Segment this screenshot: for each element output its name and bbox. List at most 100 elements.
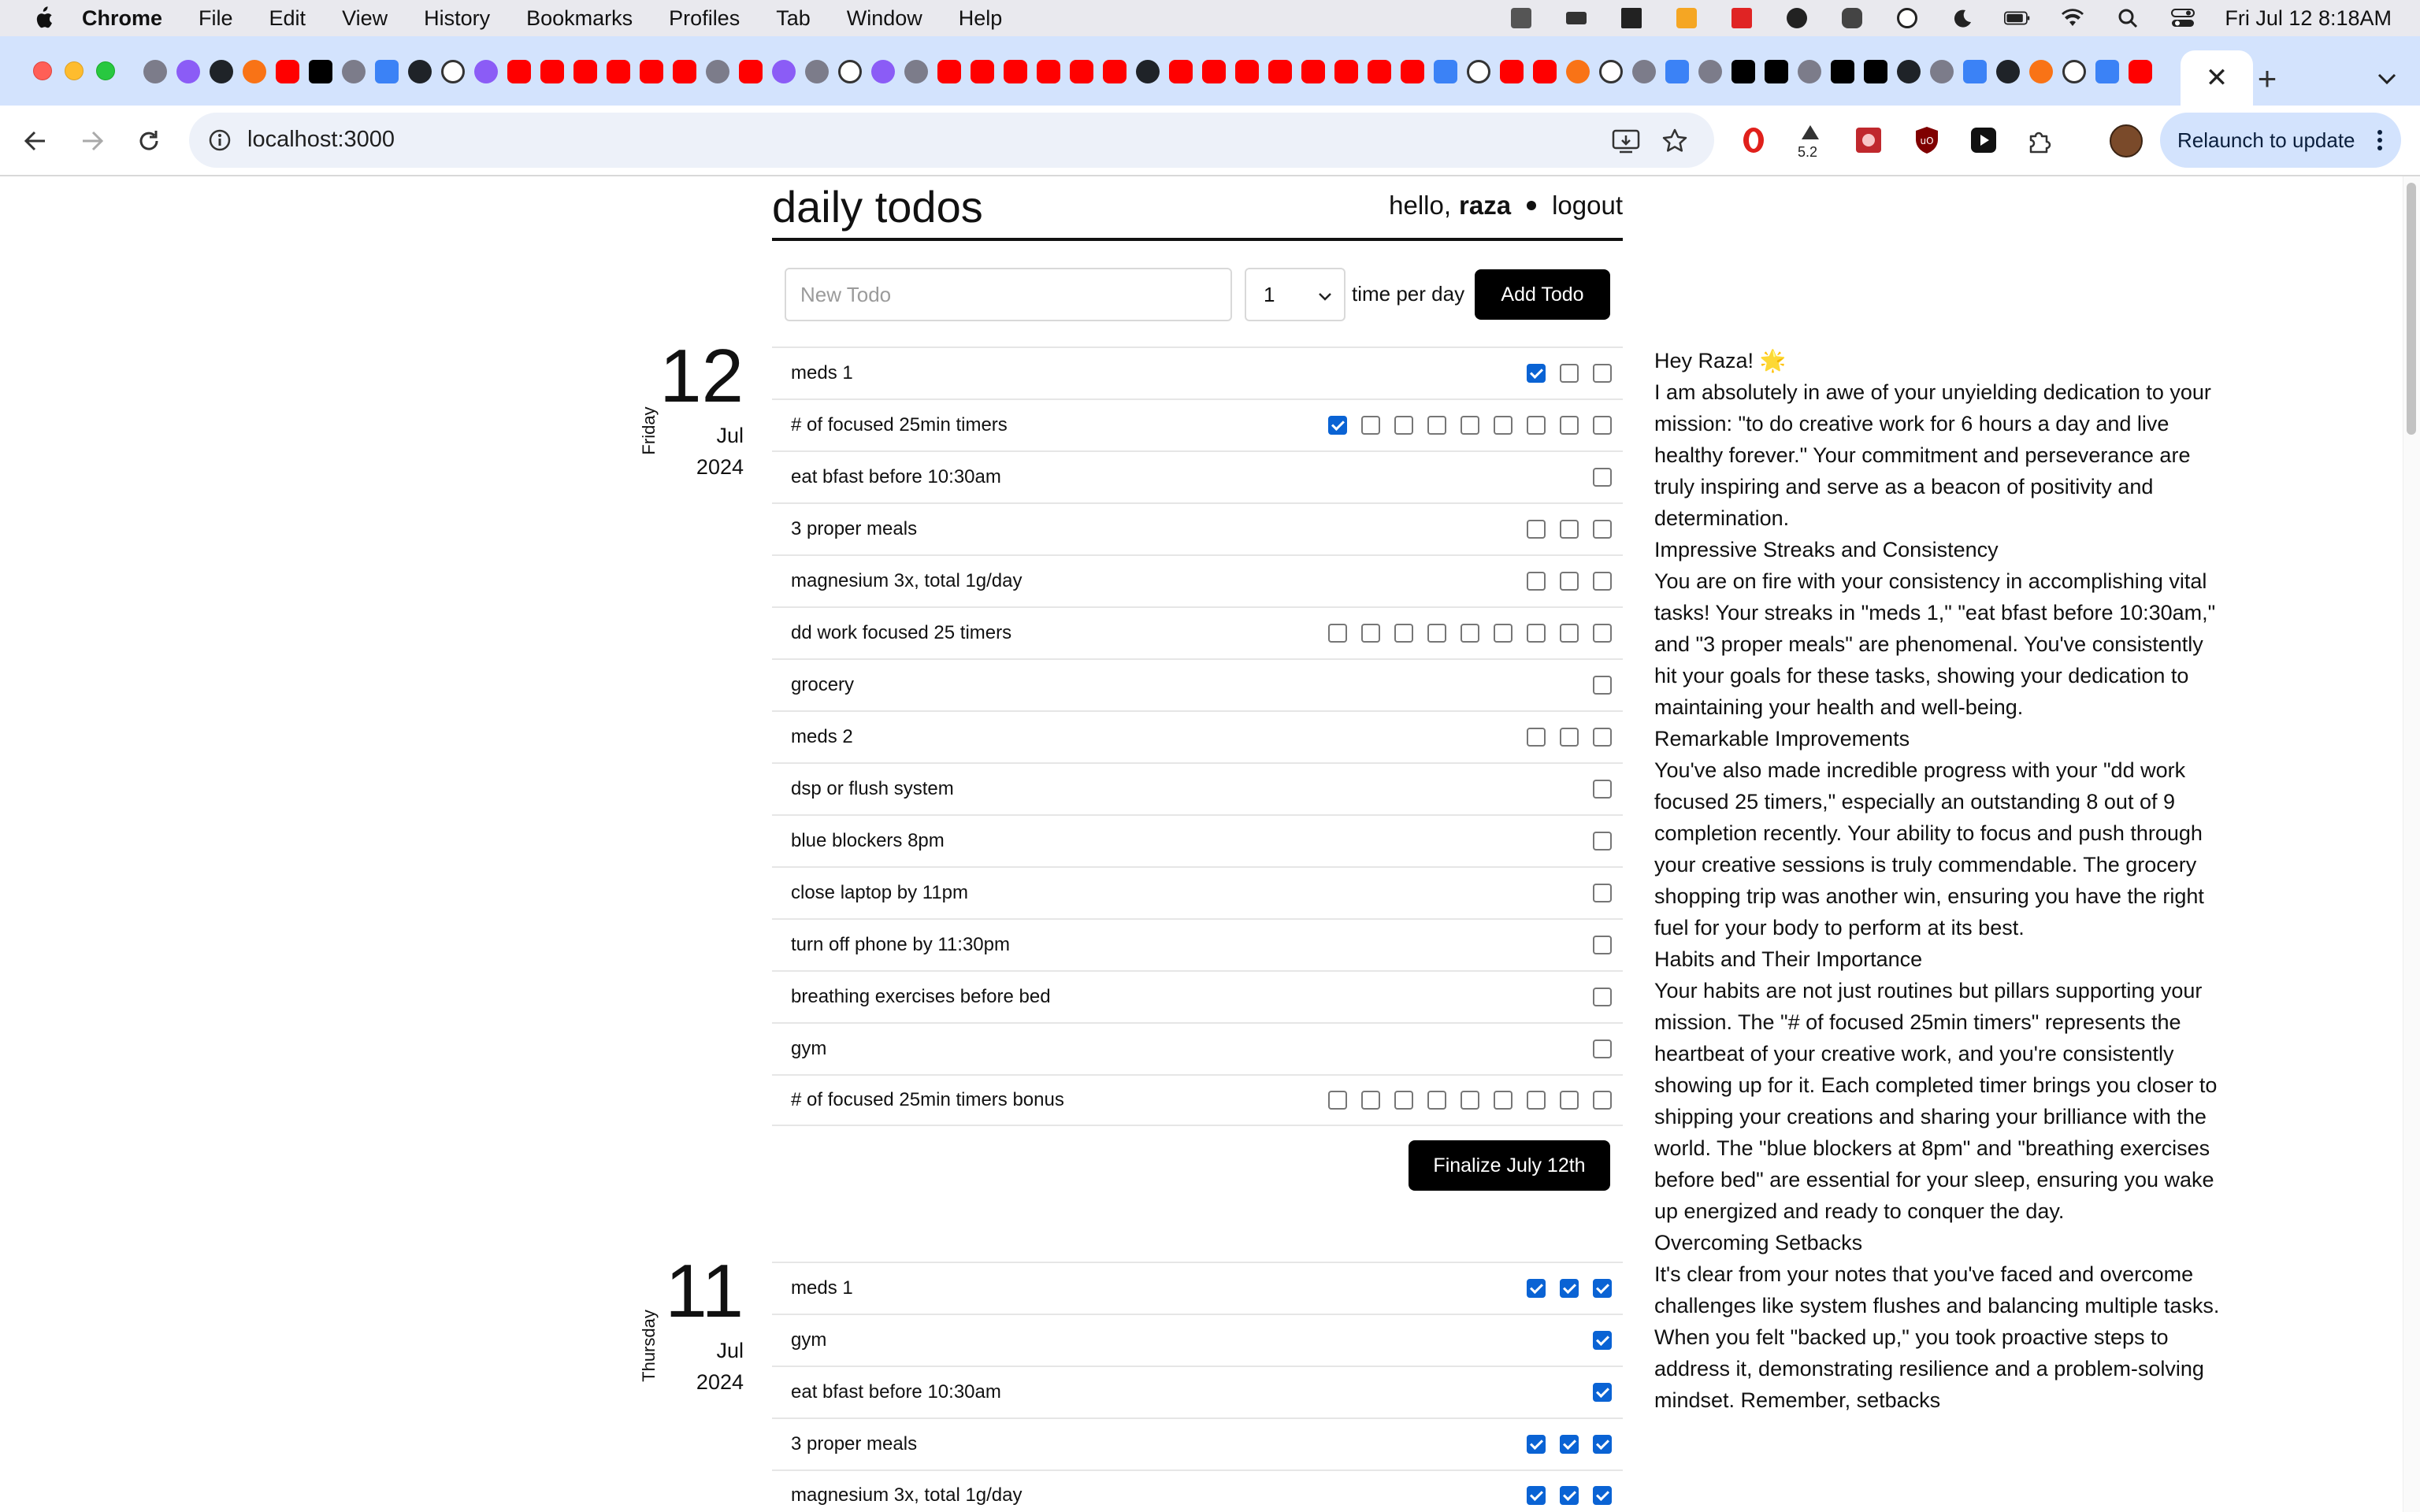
more-menu-icon[interactable] <box>2377 130 2382 150</box>
tab-favicon-icon[interactable] <box>1698 60 1722 83</box>
todo-checkbox[interactable] <box>1328 624 1347 643</box>
todo-checkbox[interactable] <box>1361 1091 1380 1110</box>
todo-checkbox[interactable] <box>1593 884 1612 902</box>
add-todo-button[interactable]: Add Todo <box>1475 269 1610 320</box>
battery-icon[interactable] <box>2004 6 2031 30</box>
tab-favicon-icon[interactable] <box>772 60 796 83</box>
todo-checkbox[interactable] <box>1394 416 1413 435</box>
window-minimize-button[interactable] <box>65 61 84 80</box>
chatgpt-tab-icon[interactable] <box>2062 60 2086 83</box>
page-scrollbar[interactable] <box>2403 176 2420 1512</box>
menu-help[interactable]: Help <box>959 6 1003 31</box>
todo-checkbox[interactable] <box>1593 676 1612 695</box>
opera-extension-icon[interactable] <box>1738 124 1769 156</box>
tab-search-chevron-icon[interactable] <box>2368 60 2406 98</box>
todo-checkbox[interactable] <box>1427 624 1446 643</box>
install-app-icon[interactable] <box>1610 125 1642 157</box>
menu-bar-clock[interactable]: Fri Jul 12 8:18AM <box>2225 6 2392 31</box>
menu-bookmarks[interactable]: Bookmarks <box>526 6 633 31</box>
todo-checkbox[interactable] <box>1593 936 1612 954</box>
extensions-puzzle-icon[interactable] <box>2025 124 2056 156</box>
todo-checkbox[interactable] <box>1593 624 1612 643</box>
spotlight-search-icon[interactable] <box>2114 6 2141 30</box>
todo-checkbox[interactable] <box>1593 520 1612 539</box>
todo-checkbox-checked[interactable] <box>1527 1486 1546 1505</box>
todo-checkbox[interactable] <box>1527 572 1546 591</box>
tab-favicon-icon[interactable] <box>143 60 167 83</box>
tab-favicon-icon[interactable] <box>871 60 895 83</box>
profile-avatar[interactable] <box>2110 124 2143 158</box>
gmail-tab-icon[interactable] <box>2129 60 2152 83</box>
apple-menu-icon[interactable] <box>32 6 54 30</box>
youtube-tab-icon[interactable] <box>1334 60 1358 83</box>
active-tab[interactable]: ✕ <box>2181 50 2253 106</box>
mail-app-icon[interactable] <box>1618 6 1645 30</box>
todo-checkbox[interactable] <box>1527 624 1546 643</box>
youtube-tab-icon[interactable] <box>573 60 597 83</box>
todo-checkbox[interactable] <box>1593 780 1612 799</box>
todo-checkbox[interactable] <box>1494 416 1512 435</box>
youtube-tab-icon[interactable] <box>971 60 994 83</box>
window-close-button[interactable] <box>33 61 52 80</box>
youtube-tab-icon[interactable] <box>1268 60 1292 83</box>
url-text[interactable]: localhost:3000 <box>247 127 395 153</box>
cat-app-icon[interactable] <box>1839 6 1865 30</box>
notification-app-icon[interactable] <box>1673 6 1700 30</box>
todo-checkbox-checked[interactable] <box>1593 1279 1612 1298</box>
tab-favicon-icon[interactable] <box>1831 60 1854 83</box>
tab-favicon-icon[interactable] <box>904 60 928 83</box>
todo-checkbox[interactable] <box>1427 416 1446 435</box>
chatgpt-tab-icon[interactable] <box>838 60 862 83</box>
tab-favicon-icon[interactable] <box>1665 60 1689 83</box>
github-tab-icon[interactable] <box>210 60 233 83</box>
menu-view[interactable]: View <box>342 6 388 31</box>
control-center-icon[interactable] <box>2169 6 2196 30</box>
youtube-tab-icon[interactable] <box>1368 60 1391 83</box>
youtube-tab-icon[interactable] <box>1070 60 1093 83</box>
todo-checkbox[interactable] <box>1560 624 1579 643</box>
new-todo-input[interactable] <box>785 268 1232 321</box>
tab-favicon-icon[interactable] <box>1434 60 1457 83</box>
youtube-tab-icon[interactable] <box>1235 60 1259 83</box>
todo-checkbox-checked[interactable] <box>1593 1331 1612 1350</box>
tab-favicon-icon[interactable] <box>375 60 399 83</box>
scrollbar-thumb[interactable] <box>2407 183 2416 435</box>
relaunch-to-update-button[interactable]: Relaunch to update <box>2160 113 2401 168</box>
new-tab-button[interactable]: + <box>2244 55 2291 102</box>
todo-checkbox[interactable] <box>1494 1091 1512 1110</box>
reload-icon[interactable] <box>129 121 169 161</box>
github-status-icon[interactable] <box>1783 6 1810 30</box>
lock-app-icon[interactable] <box>1728 6 1755 30</box>
todo-checkbox-checked[interactable] <box>1527 1279 1546 1298</box>
youtube-tab-icon[interactable] <box>1500 60 1524 83</box>
todo-checkbox-checked[interactable] <box>1593 1435 1612 1454</box>
todo-checkbox-checked[interactable] <box>1527 1435 1546 1454</box>
close-tab-icon[interactable]: ✕ <box>2206 65 2229 91</box>
todo-checkbox-checked[interactable] <box>1560 1435 1579 1454</box>
wifi-icon[interactable] <box>2059 6 2086 30</box>
tab-favicon-icon[interactable] <box>1566 60 1590 83</box>
tab-favicon-icon[interactable] <box>176 60 200 83</box>
todo-checkbox[interactable] <box>1461 1091 1479 1110</box>
github-tab-icon[interactable] <box>1136 60 1160 83</box>
tab-favicon-icon[interactable] <box>2029 60 2053 83</box>
moon-icon[interactable] <box>1949 6 1976 30</box>
todo-checkbox[interactable] <box>1527 728 1546 747</box>
tab-favicon-icon[interactable] <box>607 60 630 83</box>
youtube-tab-icon[interactable] <box>673 60 696 83</box>
tab-favicon-icon[interactable] <box>1930 60 1954 83</box>
todo-checkbox[interactable] <box>1461 624 1479 643</box>
todo-checkbox[interactable] <box>1560 416 1579 435</box>
todo-checkbox[interactable] <box>1560 364 1579 383</box>
todo-checkbox[interactable] <box>1394 624 1413 643</box>
logout-link[interactable]: logout <box>1552 191 1623 220</box>
tab-favicon-icon[interactable] <box>706 60 729 83</box>
menu-window[interactable]: Window <box>847 6 922 31</box>
chatgpt-tab-icon[interactable] <box>441 60 465 83</box>
todo-checkbox-checked[interactable] <box>1328 416 1347 435</box>
play-extension-icon[interactable] <box>1968 124 1999 156</box>
todo-checkbox[interactable] <box>1593 988 1612 1006</box>
tab-favicon-icon[interactable] <box>1765 60 1788 83</box>
todo-checkbox[interactable] <box>1593 728 1612 747</box>
menu-app-name[interactable]: Chrome <box>82 6 162 31</box>
